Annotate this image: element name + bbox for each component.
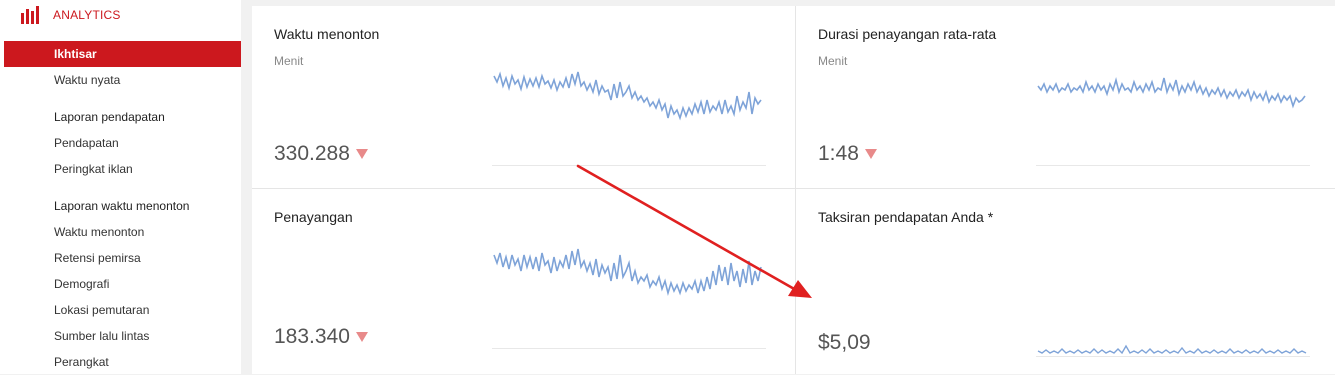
sparkline-baseline: [1036, 356, 1310, 357]
trend-down-icon: [355, 149, 368, 159]
card-title: Taksiran pendapatan Anda *: [818, 209, 994, 225]
sparkline-chart: [493, 248, 762, 297]
card-title: Penayangan: [274, 209, 353, 225]
sidebar-item-ikhtisar[interactable]: Ikhtisar: [4, 41, 241, 67]
sidebar-item-peringkat-iklan[interactable]: Peringkat iklan: [4, 156, 241, 182]
sidebar: ANALYTICS Ikhtisar Waktu nyata Laporan p…: [0, 0, 241, 374]
bar-chart-icon: [21, 6, 39, 24]
trend-down-icon: [355, 332, 368, 342]
trend-down-icon: [864, 149, 877, 159]
sparkline-baseline: [1036, 165, 1310, 166]
card-title: Waktu menonton: [274, 26, 380, 42]
card-watch-time[interactable]: Waktu menonton Menit 330.288: [252, 6, 795, 189]
analytics-brand[interactable]: ANALYTICS: [20, 4, 121, 26]
sidebar-item-perangkat[interactable]: Perangkat: [4, 349, 241, 375]
card-views[interactable]: Penayangan 183.340: [252, 189, 795, 372]
sidebar-item-waktu-menonton[interactable]: Waktu menonton: [4, 219, 241, 245]
sparkline-chart: [1037, 344, 1307, 355]
sidebar-item-pendapatan[interactable]: Pendapatan: [4, 130, 241, 156]
metric-value: 183.340: [274, 325, 368, 349]
sparkline-baseline: [492, 165, 766, 166]
analytics-brand-label: ANALYTICS: [53, 8, 121, 22]
card-avg-view-duration[interactable]: Durasi penayangan rata-rata Menit 1:48: [796, 6, 1335, 189]
metric-value: 1:48: [818, 142, 877, 166]
metric-value-text: $5,09: [818, 331, 871, 354]
metric-value: 330.288: [274, 142, 368, 166]
sidebar-item-lokasi-pemutaran[interactable]: Lokasi pemutaran: [4, 297, 241, 323]
sparkline: [493, 71, 762, 121]
sparkline: [493, 248, 762, 297]
metric-value-text: 330.288: [274, 142, 350, 165]
sparkline: [1037, 344, 1307, 355]
sidebar-item-waktu-nyata[interactable]: Waktu nyata: [4, 67, 241, 93]
sidebar-item-laporan-waktu-menonton[interactable]: Laporan waktu menonton: [4, 193, 241, 219]
card-title: Durasi penayangan rata-rata: [818, 26, 997, 42]
metric-value-text: 183.340: [274, 325, 350, 348]
card-subtitle: Menit: [818, 54, 848, 68]
sidebar-item-retensi-pemirsa[interactable]: Retensi pemirsa: [4, 245, 241, 271]
sparkline-chart: [493, 71, 762, 121]
sparkline-baseline: [492, 348, 766, 349]
metric-value-text: 1:48: [818, 142, 859, 165]
sparkline: [1037, 76, 1306, 109]
sidebar-item-laporan-pendapatan[interactable]: Laporan pendapatan: [4, 104, 241, 130]
metric-value: $5,09: [818, 331, 871, 355]
sidebar-item-demografi[interactable]: Demografi: [4, 271, 241, 297]
card-subtitle: Menit: [274, 54, 304, 68]
card-estimated-revenue[interactable]: Taksiran pendapatan Anda * $5,09: [796, 189, 1335, 372]
sidebar-item-sumber-lalu-lintas[interactable]: Sumber lalu lintas: [4, 323, 241, 349]
sparkline-chart: [1037, 76, 1306, 109]
overview-cards-panel: Waktu menonton Menit 330.288 Durasi pena…: [252, 6, 1335, 374]
